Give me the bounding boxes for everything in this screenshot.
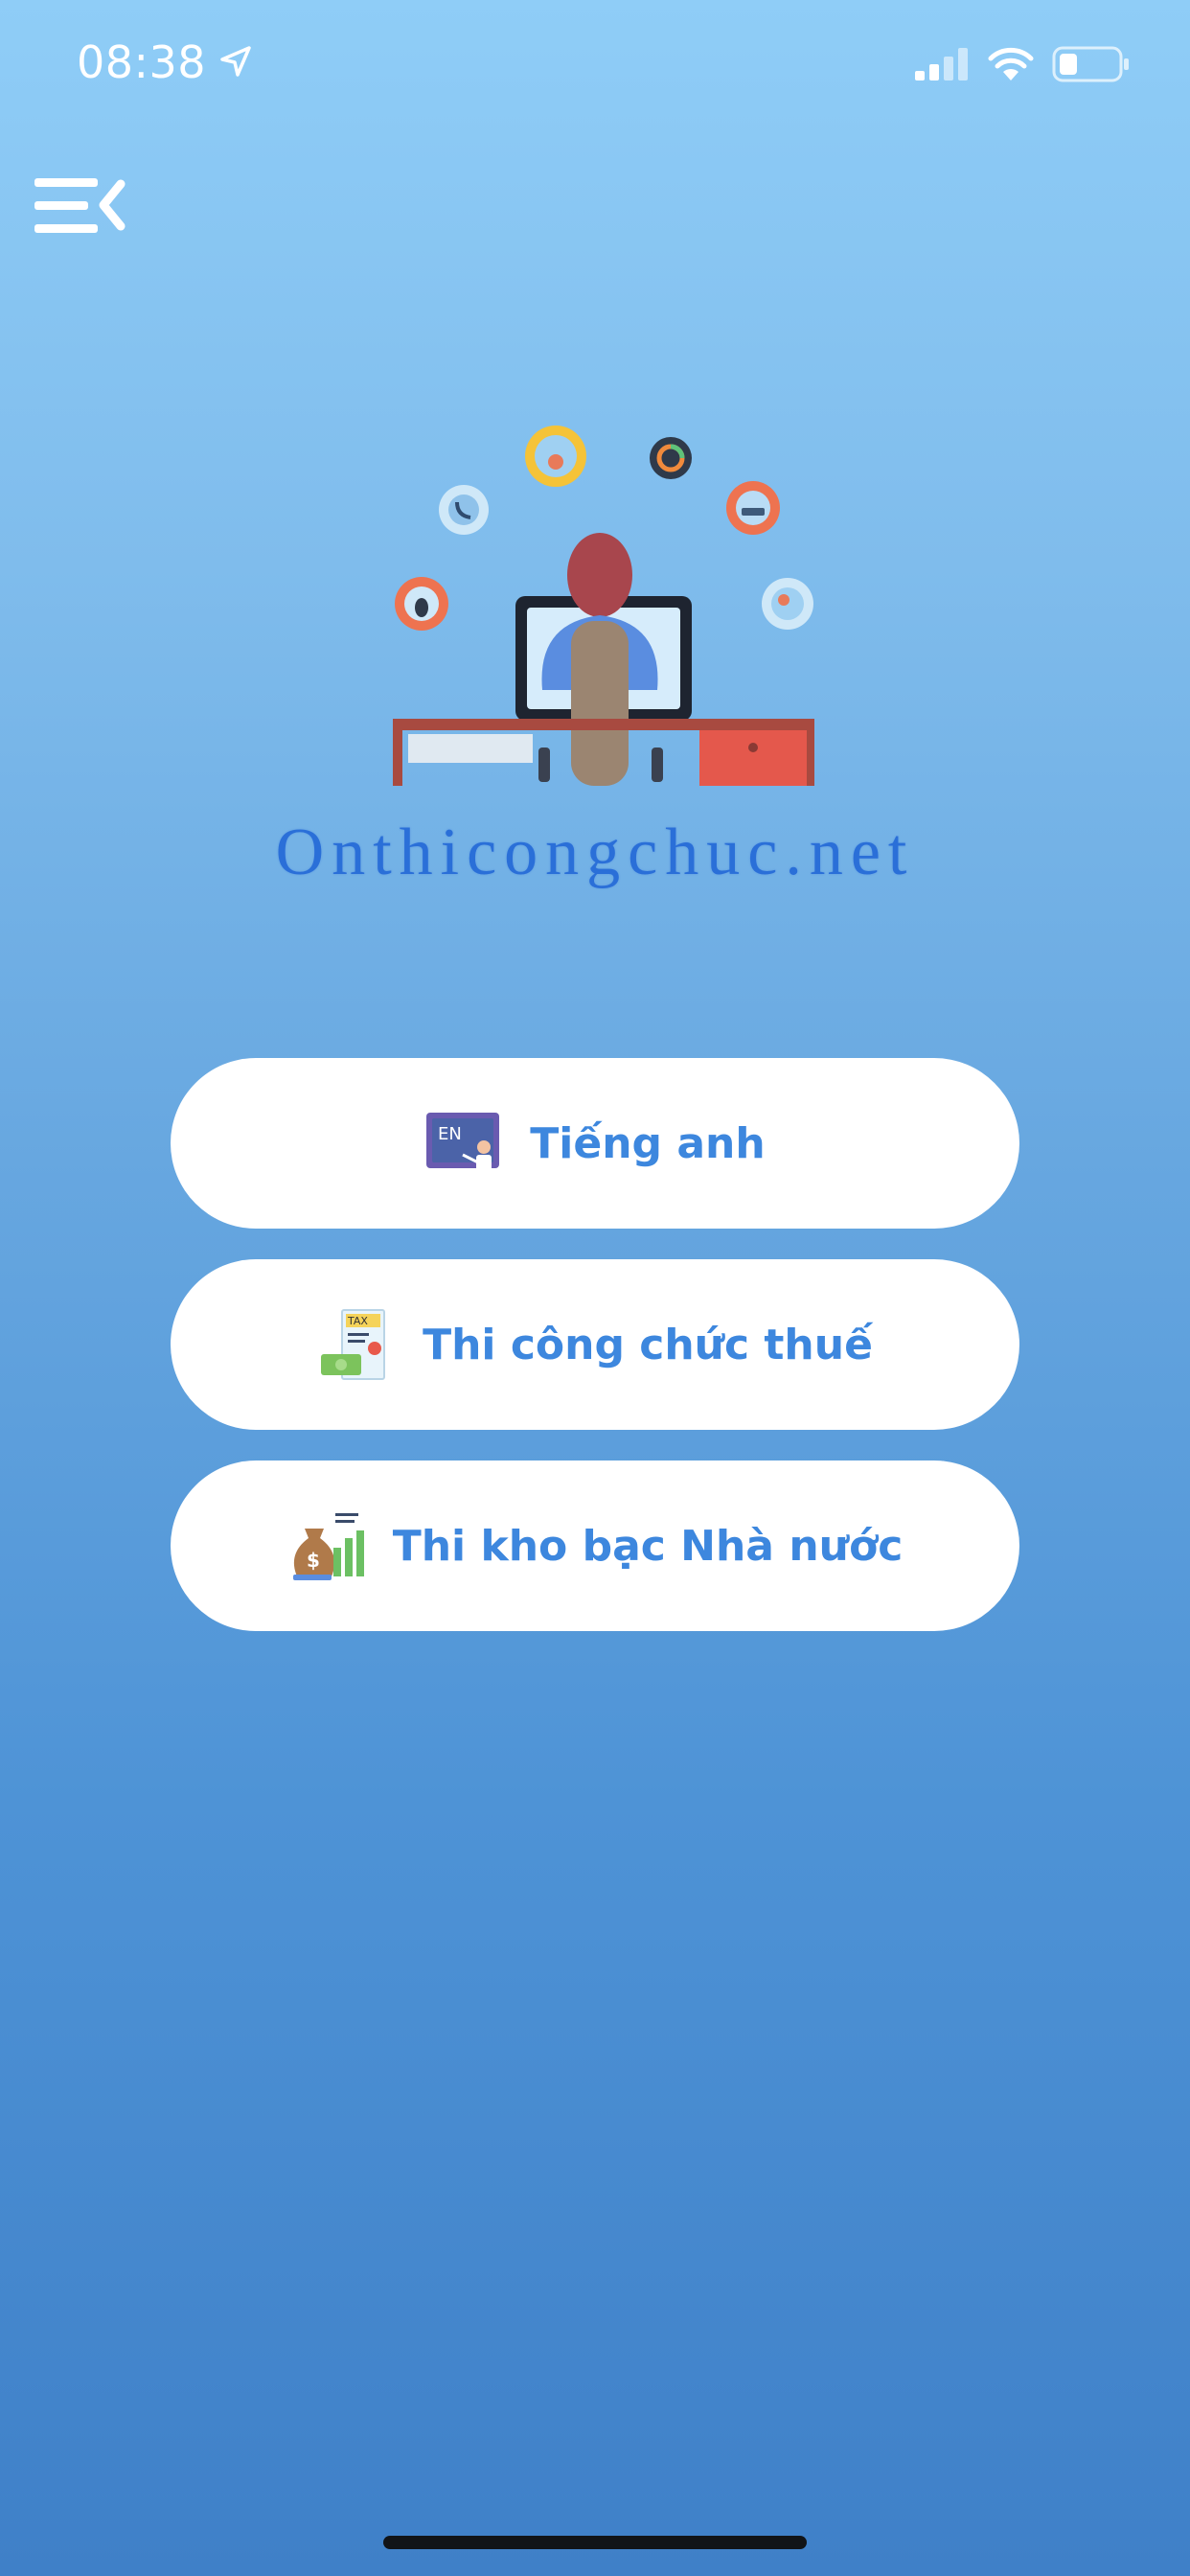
floating-mouse-icon	[395, 577, 448, 631]
tax-exam-button[interactable]: TAX Thi công chức thuế	[171, 1259, 1019, 1430]
tax-document-icon: TAX	[321, 1309, 386, 1380]
english-button-label: Tiếng anh	[530, 1118, 766, 1168]
menu-collapse-icon	[34, 178, 126, 233]
floating-network-icon	[726, 481, 780, 535]
state-treasury-exam-button-label: Thi kho bạc Nhà nước	[392, 1521, 904, 1571]
state-treasury-exam-button[interactable]: $ Thi kho bạc Nhà nước	[171, 1460, 1019, 1631]
floating-cloud-person-icon	[762, 578, 813, 630]
wifi-icon	[988, 47, 1034, 80]
english-button[interactable]: EN Tiếng anh	[171, 1058, 1019, 1229]
site-title: Onthicongchuc.net	[275, 816, 915, 889]
floating-chart-icon	[650, 437, 692, 479]
english-board-icon: EN	[426, 1113, 500, 1176]
status-time: 08:38	[77, 36, 207, 88]
svg-text:$: $	[307, 1549, 320, 1572]
floating-phone-icon	[439, 485, 489, 535]
menu-toggle-button[interactable]	[34, 172, 130, 240]
svg-text:EN: EN	[438, 1124, 462, 1144]
status-bar: 08:38	[0, 0, 1190, 125]
location-arrow-icon	[220, 46, 251, 77]
floating-cloud-icon	[525, 426, 586, 487]
person-at-computer-illustration	[393, 426, 814, 786]
money-bag-chart-icon: $	[292, 1513, 364, 1580]
tax-exam-button-label: Thi công chức thuế	[423, 1320, 873, 1369]
battery-icon	[1052, 46, 1129, 82]
signal-icon	[915, 48, 968, 80]
svg-text:TAX: TAX	[347, 1315, 368, 1327]
home-indicator[interactable]	[383, 2536, 807, 2549]
